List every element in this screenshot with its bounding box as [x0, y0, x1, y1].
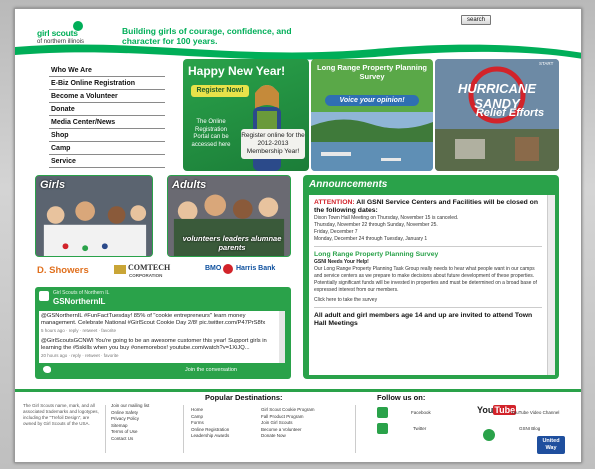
- search-button[interactable]: search: [461, 15, 491, 25]
- girls-banner[interactable]: Girls: [35, 175, 153, 257]
- announcements-title: Announcements: [309, 179, 388, 190]
- survey-heading[interactable]: Long Range Property Planning Survey: [314, 251, 542, 259]
- footer-links-col2: Home Camp Forms Online Registration Lead…: [191, 407, 229, 440]
- register-cta[interactable]: Register online for the 2012-2013 Member…: [241, 129, 305, 159]
- sponsor-dshowers[interactable]: D. Showers: [37, 265, 89, 276]
- wordpress-icon[interactable]: [483, 429, 495, 441]
- comtech-logo-icon: [114, 265, 126, 274]
- trefoil-icon: [39, 291, 49, 301]
- hurricane-sandy-banner[interactable]: START HURRICANE SANDY Relief Efforts: [435, 59, 559, 171]
- footer-divider: [15, 389, 581, 392]
- footer-link[interactable]: Join our mailing list: [111, 403, 149, 410]
- united-way-logo-icon[interactable]: United Way: [537, 436, 565, 454]
- twitter-link[interactable]: Twitter: [413, 426, 426, 431]
- youtube-you: You: [477, 405, 494, 415]
- announcements-body: ATTENTION: All GSNI Service Centers and …: [309, 195, 547, 375]
- tweet-item: @GirlScoutsGCNWI You're going to be an a…: [39, 336, 283, 361]
- nav-item-service[interactable]: Service: [49, 155, 165, 168]
- footer-separator: [183, 405, 184, 453]
- nav-item-who-we-are[interactable]: Who We Are: [49, 64, 165, 77]
- footer-separator: [105, 405, 106, 453]
- footer-legal: The Girl Scouts name, mark, and all asso…: [23, 403, 99, 426]
- blog-link[interactable]: GSNI Blog: [519, 426, 540, 431]
- start-label: START: [539, 61, 554, 66]
- page-frame: girl scouts of northern illinois Buildin…: [14, 8, 582, 463]
- bmo-roundel-icon: [223, 264, 233, 274]
- adults-banner[interactable]: Adults volunteers leaders alumnae parent…: [167, 175, 291, 257]
- footer-link[interactable]: Girl Scout Cookie Program: [261, 407, 315, 414]
- new-year-title: Happy New Year!: [188, 64, 286, 78]
- nav-item-ebiz-registration[interactable]: E-Biz Online Registration: [49, 77, 165, 90]
- tweet-item: @GSNorthernIL #FunFactTuesday! 85% of "c…: [39, 311, 283, 336]
- footer-links-col1: Join our mailing list Online Safety Priv…: [111, 403, 149, 442]
- tweet-meta[interactable]: 5 hours ago · reply · retweet · favorite: [41, 327, 273, 334]
- adults-sublabel: volunteers leaders alumnae parents: [182, 234, 282, 252]
- closing-date: Friday, December 7: [314, 229, 358, 235]
- survey-title: Long Range Property Planning Survey: [316, 63, 427, 81]
- survey-banner[interactable]: Long Range Property Planning Survey Voic…: [311, 59, 433, 171]
- sponsor-comtech[interactable]: COMTECH: [128, 263, 170, 272]
- main-nav: Who We Are E-Biz Online Registration Bec…: [49, 64, 165, 168]
- closing-date: Dixon Town Hall Meeting on Thursday, Nov…: [314, 215, 459, 221]
- attention-notice: ATTENTION: All GSNI Service Centers and …: [314, 199, 542, 215]
- sponsor-harris-bank[interactable]: Harris Bank: [236, 265, 275, 272]
- survey-subheading: GSNI Needs Your Help!: [314, 259, 369, 265]
- logo-text[interactable]: girl scouts: [37, 28, 78, 38]
- tweet-list: @GSNorthernIL #FunFactTuesday! 85% of "c…: [39, 311, 283, 363]
- nav-item-media-center[interactable]: Media Center/News: [49, 116, 165, 129]
- facebook-icon[interactable]: [377, 407, 388, 418]
- tweet-scrollbar[interactable]: [279, 311, 285, 363]
- closing-date: Thursday, November 22 through Sunday, No…: [314, 222, 438, 228]
- twitter-icon[interactable]: [377, 423, 388, 434]
- nav-item-camp[interactable]: Camp: [49, 142, 165, 155]
- nav-item-donate[interactable]: Donate: [49, 103, 165, 116]
- footer-link[interactable]: Contact Us: [111, 436, 149, 443]
- site-header: girl scouts of northern illinois Buildin…: [15, 9, 581, 60]
- divider: [314, 246, 542, 247]
- closing-date: Monday, December 24 through Tuesday, Jan…: [314, 236, 428, 242]
- tweet-text: @GSNorthernIL #FunFactTuesday! 85% of "c…: [41, 313, 266, 326]
- adults-label: Adults: [172, 179, 207, 191]
- footer-separator: [355, 405, 356, 453]
- survey-text: Our Long Range Property Planning Task Gr…: [314, 266, 537, 293]
- registration-portal-text: The Online Registration Portal can be ac…: [191, 119, 231, 148]
- survey-link[interactable]: Click here to take the survey: [314, 297, 542, 304]
- announcements-scrollbar[interactable]: [547, 195, 555, 375]
- footer-link[interactable]: Donate Now: [261, 433, 315, 440]
- divider: [314, 307, 542, 308]
- follow-us-heading: Follow us on:: [377, 393, 426, 402]
- twitter-account-name: Girl Scouts of Northern IL: [53, 290, 110, 296]
- voice-opinion-button[interactable]: Voice your opinion!: [325, 95, 419, 106]
- facebook-link[interactable]: Facebook: [411, 410, 431, 415]
- attention-label: ATTENTION:: [314, 199, 355, 206]
- lake-photo: [311, 112, 433, 171]
- girls-label: Girls: [40, 179, 66, 191]
- twitter-handle[interactable]: GSNorthernIL: [53, 297, 105, 306]
- sponsor-comtech-sub: CORPORATION: [129, 273, 163, 278]
- town-hall-notice: All adult and girl members age 14 and up…: [314, 312, 533, 327]
- register-now-button[interactable]: Register Now!: [191, 85, 249, 97]
- tweet-meta[interactable]: 20 hours ago · reply · retweet · favorit…: [41, 352, 273, 359]
- tagline: Building girls of courage, confidence, a…: [122, 26, 292, 46]
- logo-subtext[interactable]: of northern illinois: [37, 39, 84, 45]
- tweet-text: @GirlScoutsGCNWI You're going to be an a…: [41, 338, 267, 351]
- popular-destinations-heading: Popular Destinations:: [205, 393, 283, 402]
- relief-efforts-title: Relief Efforts: [475, 107, 545, 119]
- footer-link[interactable]: Leadership Awards: [191, 433, 229, 440]
- new-year-banner[interactable]: Happy New Year! Register Now! The Online…: [183, 59, 309, 171]
- nav-item-become-volunteer[interactable]: Become a Volunteer: [49, 90, 165, 103]
- youtube-channel-link[interactable]: YouTube Video Channel: [511, 410, 559, 415]
- announcements-panel: Announcements ATTENTION: All GSNI Servic…: [303, 175, 559, 379]
- twitter-bird-icon: [43, 366, 51, 373]
- nav-item-shop[interactable]: Shop: [49, 129, 165, 142]
- twitter-feed-panel: Girl Scouts of Northern IL GSNorthernIL …: [35, 287, 291, 379]
- sponsor-bmo[interactable]: BMO: [205, 265, 221, 272]
- join-conversation-link[interactable]: Join the conversation: [185, 367, 237, 373]
- footer-links-col3: Girl Scout Cookie Program Fall Product P…: [261, 407, 315, 440]
